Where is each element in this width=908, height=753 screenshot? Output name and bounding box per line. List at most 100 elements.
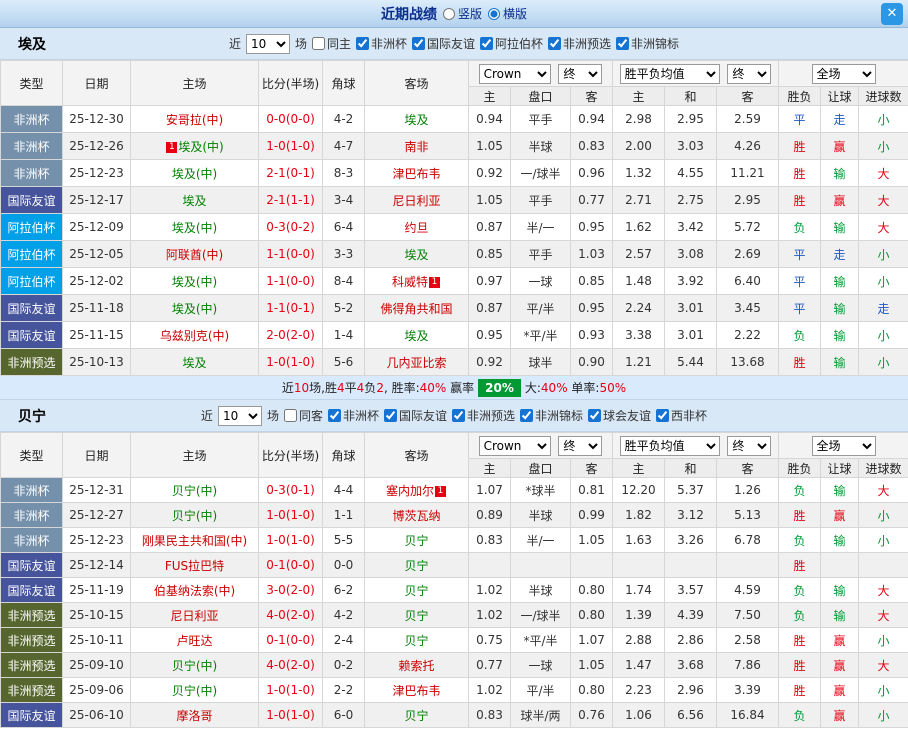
- match-date: 25-12-02: [62, 267, 131, 295]
- home-team: 埃及(中): [130, 159, 259, 187]
- comp-checkbox[interactable]: [452, 409, 465, 422]
- odds-away: 1.07: [570, 627, 613, 653]
- recent-count-select[interactable]: 10: [217, 405, 262, 426]
- result-goals: 大: [858, 159, 908, 187]
- avg-final-select[interactable]: 终: [727, 435, 772, 456]
- comp-filter-africa-champ[interactable]: 非洲锦标: [520, 407, 583, 424]
- result-handicap: 输: [820, 213, 860, 241]
- layout-option-horizontal[interactable]: 横版: [488, 5, 527, 22]
- match-row: 国际友谊 25-12-14 FUS拉巴特 0-1(0-0) 0-0 贝宁 胜: [0, 552, 908, 578]
- away-team: 贝宁: [364, 602, 469, 628]
- match-date: 25-12-31: [62, 477, 131, 503]
- summary-segment: 大:: [524, 381, 541, 395]
- comp-checkbox[interactable]: [616, 37, 630, 50]
- same-home-checkbox[interactable]: [311, 37, 325, 50]
- avg-odds-select[interactable]: 胜平负均值: [619, 63, 720, 84]
- comp-filter-west-africa-cup[interactable]: 西非杯: [656, 407, 707, 424]
- odds-company-select[interactable]: Crown: [478, 63, 551, 84]
- avg-away: 6.40: [715, 267, 780, 295]
- corner-count: 8-3: [322, 159, 365, 187]
- comp-filter-club-friendly[interactable]: 球会友谊: [588, 407, 651, 424]
- comp-filter-arab-cup[interactable]: 阿拉伯杯: [480, 35, 543, 52]
- recent-count-select[interactable]: 10: [245, 33, 290, 54]
- vertical-radio[interactable]: [442, 7, 455, 20]
- avg-home: 2.00: [612, 132, 665, 160]
- odds-home: 0.83: [468, 702, 511, 728]
- comp-checkbox[interactable]: [520, 409, 534, 422]
- away-team: 几内亚比索: [364, 348, 469, 376]
- result-outcome: 负: [778, 213, 822, 241]
- layout-option-vertical[interactable]: 竖版: [442, 5, 482, 22]
- comp-filter-africa-cup[interactable]: 非洲杯: [355, 35, 407, 52]
- comp-filter-africa-champ[interactable]: 非洲锦标: [616, 35, 679, 52]
- odds-home: 0.77: [468, 652, 511, 678]
- home-team-name: 埃及: [182, 355, 207, 370]
- recent-label: 近: [200, 409, 213, 423]
- odds-home: 0.75: [468, 627, 511, 653]
- comp-checkbox[interactable]: [548, 37, 562, 50]
- comp-filter-africa-cup[interactable]: 非洲杯: [327, 407, 379, 424]
- result-outcome: 胜: [778, 677, 822, 703]
- comp-filter-africa-qual[interactable]: 非洲预选: [548, 35, 611, 52]
- result-handicap: 输: [820, 159, 860, 187]
- odds-away: [570, 552, 613, 578]
- corner-count: 6-0: [322, 702, 365, 728]
- comp-filter-intl-friendly[interactable]: 国际友谊: [412, 35, 475, 52]
- full-match-select[interactable]: 全场: [811, 63, 876, 84]
- odds-final-select[interactable]: 终: [558, 63, 603, 84]
- comp-checkbox[interactable]: [588, 409, 602, 422]
- odds-home: 1.02: [468, 677, 511, 703]
- col-date: 日期: [62, 432, 131, 478]
- col-corner: 角球: [322, 432, 365, 478]
- comp-checkbox[interactable]: [355, 37, 369, 50]
- match-score: 1-0(1-0): [258, 527, 323, 553]
- col-avg-draw: 和: [664, 86, 717, 106]
- avg-home: 1.82: [612, 502, 665, 528]
- full-match-select[interactable]: 全场: [811, 435, 876, 456]
- comp-filter-intl-friendly[interactable]: 国际友谊: [383, 407, 447, 424]
- same-away-checkbox[interactable]: [283, 409, 297, 422]
- comp-filter-africa-qual[interactable]: 非洲预选: [452, 407, 515, 424]
- team-name: 埃及: [18, 36, 46, 53]
- odds-final-select[interactable]: 终: [558, 435, 603, 456]
- avg-group-header: 胜平负均值 终: [611, 432, 780, 459]
- result-handicap: 赢: [820, 652, 860, 678]
- match-date: 25-11-19: [62, 577, 131, 603]
- comp-checkbox[interactable]: [480, 37, 494, 50]
- comp-checkbox[interactable]: [656, 409, 670, 422]
- avg-away: 16.84: [715, 702, 780, 728]
- result-outcome: 胜: [778, 348, 822, 376]
- odds-home: 0.87: [468, 294, 511, 322]
- match-date: 25-10-11: [62, 627, 131, 653]
- result-goals: 小: [858, 267, 908, 295]
- odds-away: 1.05: [570, 527, 613, 553]
- avg-final-select[interactable]: 终: [727, 63, 772, 84]
- col-away: 客场: [364, 60, 469, 106]
- result-goals: 大: [858, 186, 908, 214]
- col-home: 主场: [130, 60, 259, 106]
- same-home-filter[interactable]: 同主: [311, 35, 351, 52]
- comp-checkbox[interactable]: [412, 37, 425, 50]
- comp-label: 国际友谊: [398, 409, 447, 423]
- home-team: 贝宁(中): [130, 652, 259, 678]
- match-score: 4-0(2-0): [258, 602, 323, 628]
- col-type: 类型: [0, 60, 63, 106]
- col-odds-handicap: 盘口: [510, 458, 571, 478]
- match-date: 25-10-15: [62, 602, 131, 628]
- competition-type-badge: 阿拉伯杯: [0, 267, 63, 295]
- avg-odds-select[interactable]: 胜平负均值: [619, 435, 720, 456]
- horizontal-radio[interactable]: [488, 7, 500, 20]
- result-handicap: 输: [820, 477, 860, 503]
- same-away-filter[interactable]: 同客: [283, 407, 323, 424]
- close-button[interactable]: ✕: [881, 3, 903, 25]
- result-handicap: 赢: [820, 702, 860, 728]
- odds-company-select[interactable]: Crown: [478, 435, 551, 456]
- home-team-name: 阿联酋(中): [165, 247, 224, 262]
- corner-count: 1-4: [322, 321, 365, 349]
- comp-checkbox[interactable]: [383, 409, 397, 422]
- home-team-name: 摩洛哥: [176, 708, 213, 723]
- result-outcome: 胜: [778, 652, 822, 678]
- comp-checkbox[interactable]: [327, 409, 341, 422]
- competition-type-badge: 国际友谊: [0, 321, 63, 349]
- away-team: 贝宁: [364, 627, 469, 653]
